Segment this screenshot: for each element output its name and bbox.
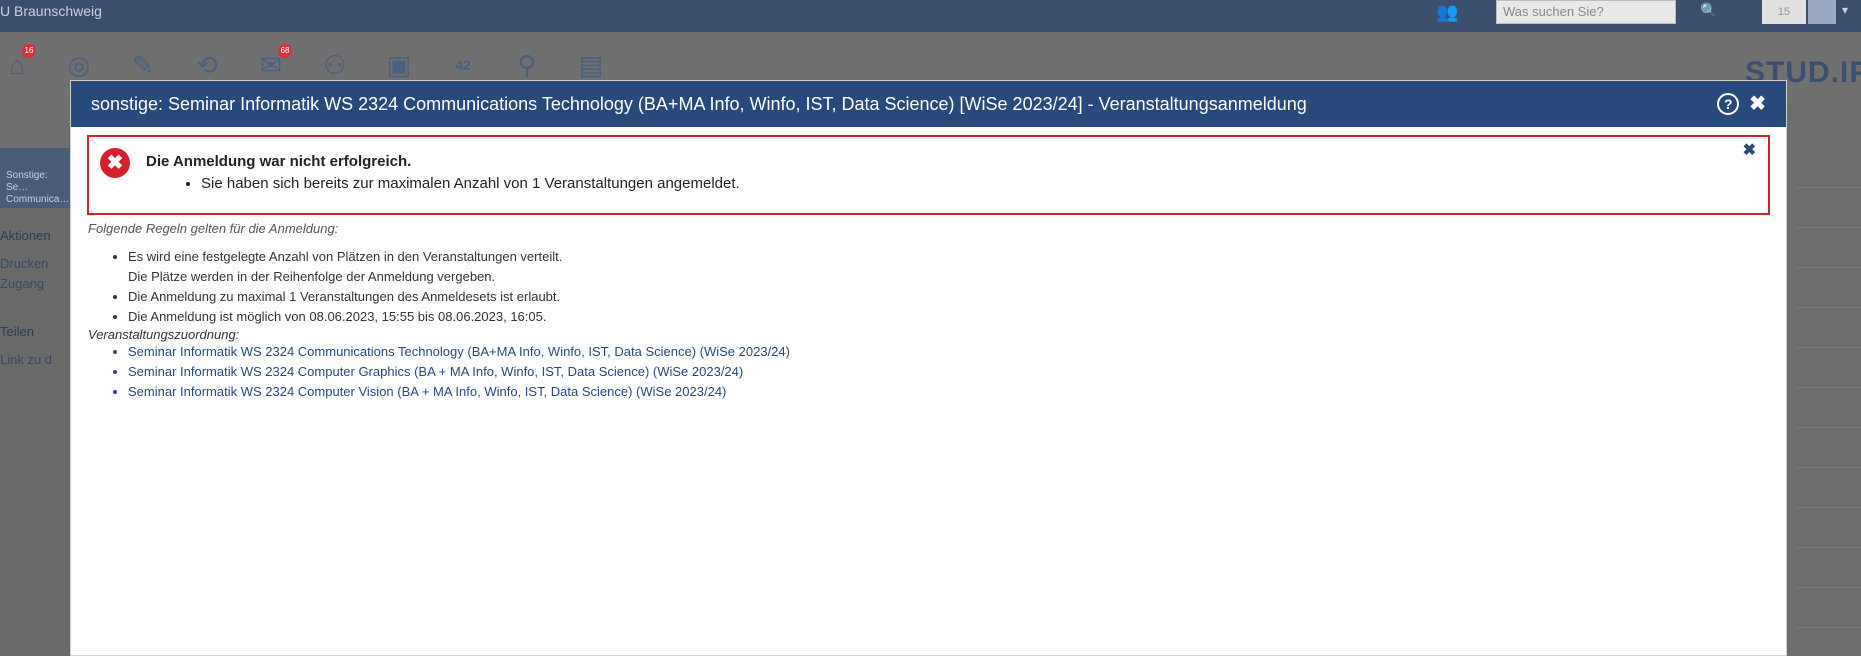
sidebar-item-link[interactable]: Link zu d [0,352,52,367]
sidebar-item-print[interactable]: Drucken [0,256,48,271]
site-brand[interactable]: U Braunschweig [0,3,102,19]
calendar-icon[interactable]: 42 [446,48,480,82]
sidebar-actions-title: Aktionen [0,228,51,243]
list-item: Seminar Informatik WS 2324 Communication… [128,342,1786,362]
dialog-tools: ? ✖ [1717,93,1766,115]
sidebar-share-title: Teilen [0,324,34,339]
home-badge: 16 [22,44,36,58]
assignment-heading: Veranstaltungszuordnung: [88,327,240,342]
background-rows [1795,148,1861,656]
list-item: Seminar Informatik WS 2324 Computer Grap… [128,362,1786,382]
error-detail-item: Sie haben sich bereits zur maximalen Anz… [201,175,740,192]
top-bar: U Braunschweig 👥 Was suchen Sie? 🔍 15 ▾ [0,0,1861,32]
sidebar-course-title: Sonstige: Se… Communica… [0,148,70,208]
error-details: Sie haben sich bereits zur maximalen Anz… [201,175,740,192]
help-icon[interactable]: ? [1717,93,1740,115]
list-item: Seminar Informatik WS 2324 Computer Visi… [128,382,1786,402]
avatar[interactable] [1808,0,1836,24]
people-icon[interactable]: 👥 [1436,2,1458,23]
sidebar: Sonstige: Se… Communica… Aktionen Drucke… [0,148,70,656]
people-nav-icon[interactable]: ⚇ [318,48,352,82]
tools-icon[interactable]: ▤ [574,48,608,82]
rules-list: Es wird eine festgelegte Anzahl von Plät… [128,247,1786,327]
courses-icon[interactable]: ◎ [62,48,96,82]
chevron-down-icon[interactable]: ▾ [1842,3,1848,17]
rule-item-line: Es wird eine festgelegte Anzahl von Plät… [128,249,563,264]
rule-item-line: Die Plätze werden in der Reihenfolge der… [128,269,496,284]
dialog-header: sonstige: Seminar Informatik WS 2324 Com… [71,81,1786,127]
search-input[interactable]: Was suchen Sie? [1496,0,1676,24]
search-nav-icon[interactable]: ⚲ [510,48,544,82]
rule-item: Es wird eine festgelegte Anzahl von Plät… [128,247,1786,287]
course-list: Seminar Informatik WS 2324 Communication… [128,342,1786,402]
error-icon: ✖ [100,148,130,178]
community-icon[interactable]: ⟲ [190,48,224,82]
mail-badge: 68 [278,44,292,58]
course-link[interactable]: Seminar Informatik WS 2324 Communication… [128,344,790,359]
messages-edit-icon[interactable]: ✎ [126,48,160,82]
course-link[interactable]: Seminar Informatik WS 2324 Computer Visi… [128,384,726,399]
error-message-box: ✖ Die Anmeldung war nicht erfolgreich. S… [87,135,1770,215]
error-close-icon[interactable]: ✖ [1743,140,1756,160]
error-title: Die Anmeldung war nicht erfolgreich. [146,153,412,170]
dialog-title: sonstige: Seminar Informatik WS 2324 Com… [91,93,1307,114]
rules-heading: Folgende Regeln gelten für die Anmeldung… [88,221,339,236]
enrollment-dialog: sonstige: Seminar Informatik WS 2324 Com… [70,80,1787,656]
search-icon[interactable]: 🔍 [1700,2,1722,22]
rule-item: Die Anmeldung zu maximal 1 Veranstaltung… [128,287,1786,307]
sidebar-item-access[interactable]: Zugang [0,276,44,291]
course-link[interactable]: Seminar Informatik WS 2324 Computer Grap… [128,364,743,379]
close-icon[interactable]: ✖ [1749,94,1766,114]
notification-counter[interactable]: 15 [1762,0,1806,24]
profile-icon[interactable]: ▣ [382,48,416,82]
rule-item: Die Anmeldung ist möglich von 08.06.2023… [128,307,1786,327]
